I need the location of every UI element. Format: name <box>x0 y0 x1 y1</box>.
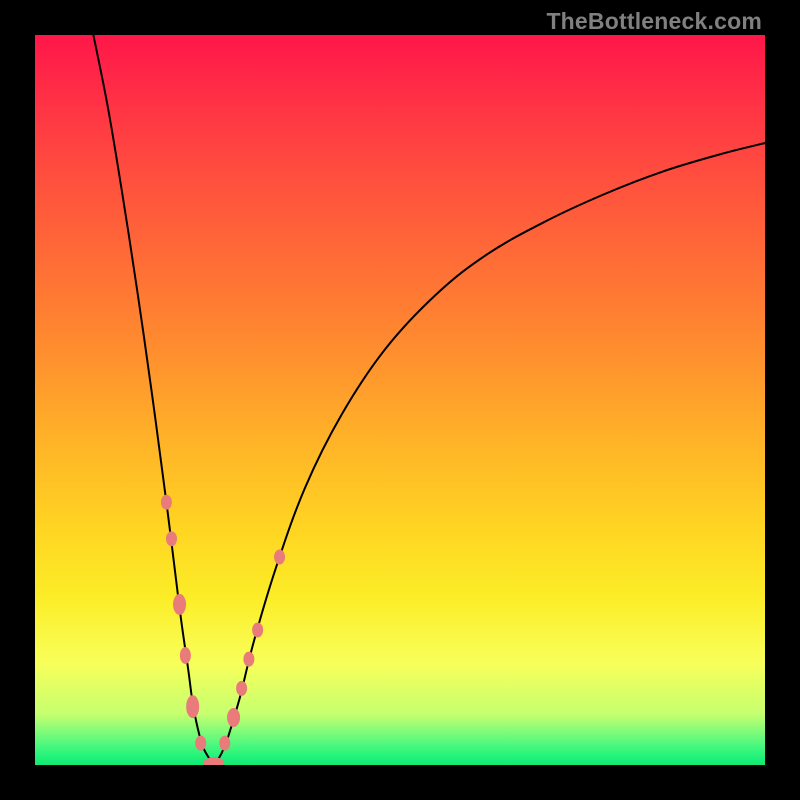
chart-frame: TheBottleneck.com <box>0 0 800 800</box>
data-marker <box>174 594 186 614</box>
data-marker <box>228 709 240 727</box>
data-marker <box>204 758 224 765</box>
curve-markers <box>161 495 284 765</box>
curve-lines <box>93 35 765 765</box>
data-marker <box>167 532 177 546</box>
chart-svg <box>35 35 765 765</box>
data-marker <box>187 696 199 718</box>
data-marker <box>161 495 171 509</box>
data-marker <box>244 652 254 666</box>
data-marker <box>196 736 206 750</box>
watermark-text: TheBottleneck.com <box>546 8 762 35</box>
series-right-branch <box>214 143 765 765</box>
data-marker <box>180 648 190 664</box>
data-marker <box>237 681 247 695</box>
data-marker <box>253 623 263 637</box>
series-left-branch <box>93 35 213 765</box>
data-marker <box>275 550 285 564</box>
data-marker <box>220 736 230 750</box>
plot-area <box>35 35 765 765</box>
